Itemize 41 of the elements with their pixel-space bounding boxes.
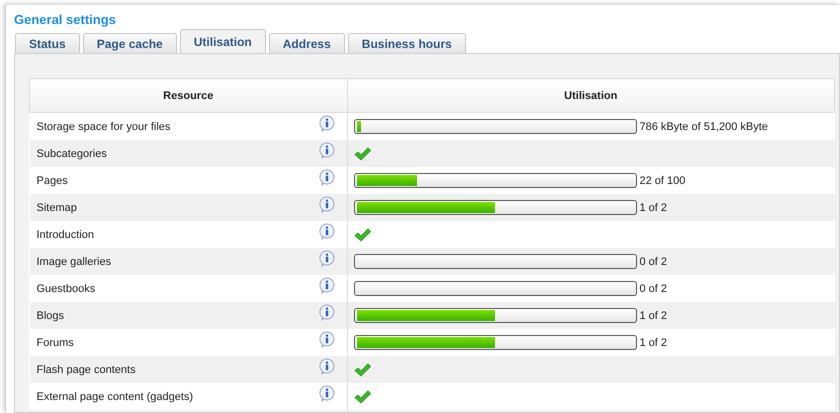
window-title: General settings [14,11,117,29]
usage-reading: 1 of 2 [640,202,668,214]
info-icon[interactable] [318,358,334,375]
checkmark-icon [354,146,370,160]
resource-name: Image galleries [36,256,112,268]
info-icon[interactable] [318,277,334,294]
tab[interactable]: Address [268,33,345,53]
resource-name: External page content (gadgets) [36,390,194,402]
column-header: Utilisation [347,78,834,112]
info-icon[interactable] [318,223,334,240]
tab[interactable]: Utilisation [180,29,266,53]
usage-reading: 786 kByte of 51,200 kByte [640,120,768,132]
resource-name: Guestbooks [36,282,96,294]
info-icon[interactable] [318,331,334,348]
usage-reading: 0 of 2 [640,282,668,294]
resource-name: Subcategories [36,148,107,160]
resource-name: Flash page contents [36,364,136,376]
checkmark-icon [354,390,370,404]
resource-name: Forums [36,336,74,348]
info-icon[interactable] [318,169,334,186]
info-icon[interactable] [318,304,334,321]
usage-reading: 0 of 2 [640,256,668,268]
info-icon[interactable] [318,115,334,132]
resource-name: Pages [36,174,68,186]
tab[interactable]: Status [15,33,80,53]
column-header: Resource [30,78,347,112]
resource-name: Blogs [36,310,64,322]
usage-reading: 1 of 2 [640,336,668,348]
usage-reading: 22 of 100 [640,174,686,186]
info-icon[interactable] [318,196,334,213]
checkmark-icon [354,362,370,376]
usage-reading: 1 of 2 [640,310,668,322]
checkmark-icon [354,228,370,242]
info-icon[interactable] [318,250,334,267]
resource-name: Introduction [36,228,94,240]
resource-name: Sitemap [36,202,77,214]
info-icon[interactable] [318,385,334,402]
info-icon[interactable] [318,142,334,159]
tab[interactable]: Page cache [82,33,177,53]
tab[interactable]: Business hours [348,33,466,53]
resource-name: Storage space for your files [36,120,170,132]
